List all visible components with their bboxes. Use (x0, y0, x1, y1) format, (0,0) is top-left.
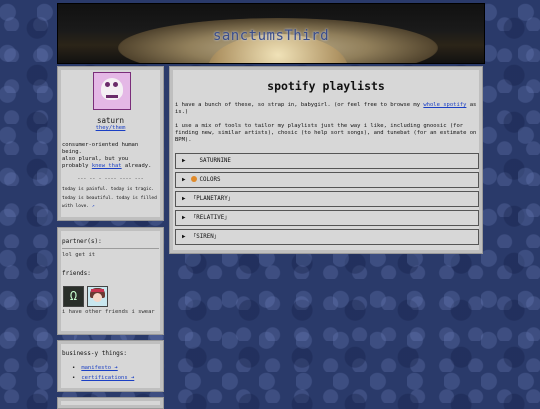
business-panel: business-y things: manifesto ➜ certifica… (57, 340, 164, 392)
expand-triangle-icon: ▶ (182, 177, 186, 183)
business-list: manifesto ➜ certifications ➜ (72, 363, 134, 383)
knew-that-link[interactable]: knew that (92, 163, 122, 169)
profile-panel: saturn they/them consumer-oriented human… (57, 66, 164, 221)
partners-heading: partner(s): (62, 238, 102, 245)
divider: --- -- - ---- ---- --- (77, 176, 144, 182)
playlist-accordion-relative[interactable]: ▶ 「RELATIVE」 (175, 210, 479, 226)
expand-triangle-icon: ▶ (182, 215, 186, 221)
note-link[interactable]: ↗ (92, 204, 95, 209)
profile-note: today is painful. today is tragic. today… (62, 187, 157, 209)
expand-triangle-icon: ▶ (182, 196, 186, 202)
avatar (93, 72, 131, 110)
playlist-accordion-colors[interactable]: ▶ COLORS (175, 172, 479, 188)
list-item: manifesto ➜ (72, 363, 134, 373)
playlist-accordion-saturnine[interactable]: ▶ SATURNINE (175, 153, 479, 169)
playlist-accordion-siren[interactable]: ▶ 「SIREN」 (175, 229, 479, 245)
other-friends-image-alt[interactable]: i have other friends i swear (62, 309, 159, 316)
whole-spotify-link[interactable]: whole spotify (423, 102, 466, 108)
tools-paragraph: i use a mix of tools to tailor my playli… (175, 123, 477, 143)
pronouns-link[interactable]: they/them (58, 125, 163, 131)
header-banner: sanctumsThird (57, 3, 485, 64)
list-item: certifications ➜ (72, 373, 134, 383)
business-heading: business-y things: (62, 350, 128, 357)
divider (62, 248, 159, 249)
profile-name: saturn (96, 116, 125, 125)
profile-bio: consumer-oriented human being. also plur… (62, 142, 152, 169)
friends-heading: friends: (62, 270, 91, 277)
playlist-accordion-planetary[interactable]: ▶ 「PLANETARY」 (175, 191, 479, 207)
site-title: sanctumsThird (212, 28, 330, 44)
friends-panel: partner(s): lol get it friends: Ω i have… (57, 227, 164, 335)
playlist-icon (191, 157, 197, 163)
expand-triangle-icon: ▶ (182, 158, 186, 164)
main-panel: spotify playlists i have a bunch of thes… (169, 66, 483, 254)
manifesto-link[interactable]: manifesto ➜ (81, 365, 117, 371)
partner-image-alt[interactable]: lol get it (62, 252, 159, 259)
palette-icon (190, 176, 197, 182)
next-panel (57, 397, 164, 409)
certifications-link[interactable]: certifications ➜ (81, 375, 134, 381)
friend-avatar-icon[interactable] (87, 286, 108, 307)
page-title: spotify playlists (267, 79, 385, 93)
friend-omega-icon[interactable]: Ω (63, 286, 84, 307)
expand-triangle-icon: ▶ (182, 234, 186, 240)
intro-paragraph: i have a bunch of these, so strap in, ba… (175, 102, 477, 115)
